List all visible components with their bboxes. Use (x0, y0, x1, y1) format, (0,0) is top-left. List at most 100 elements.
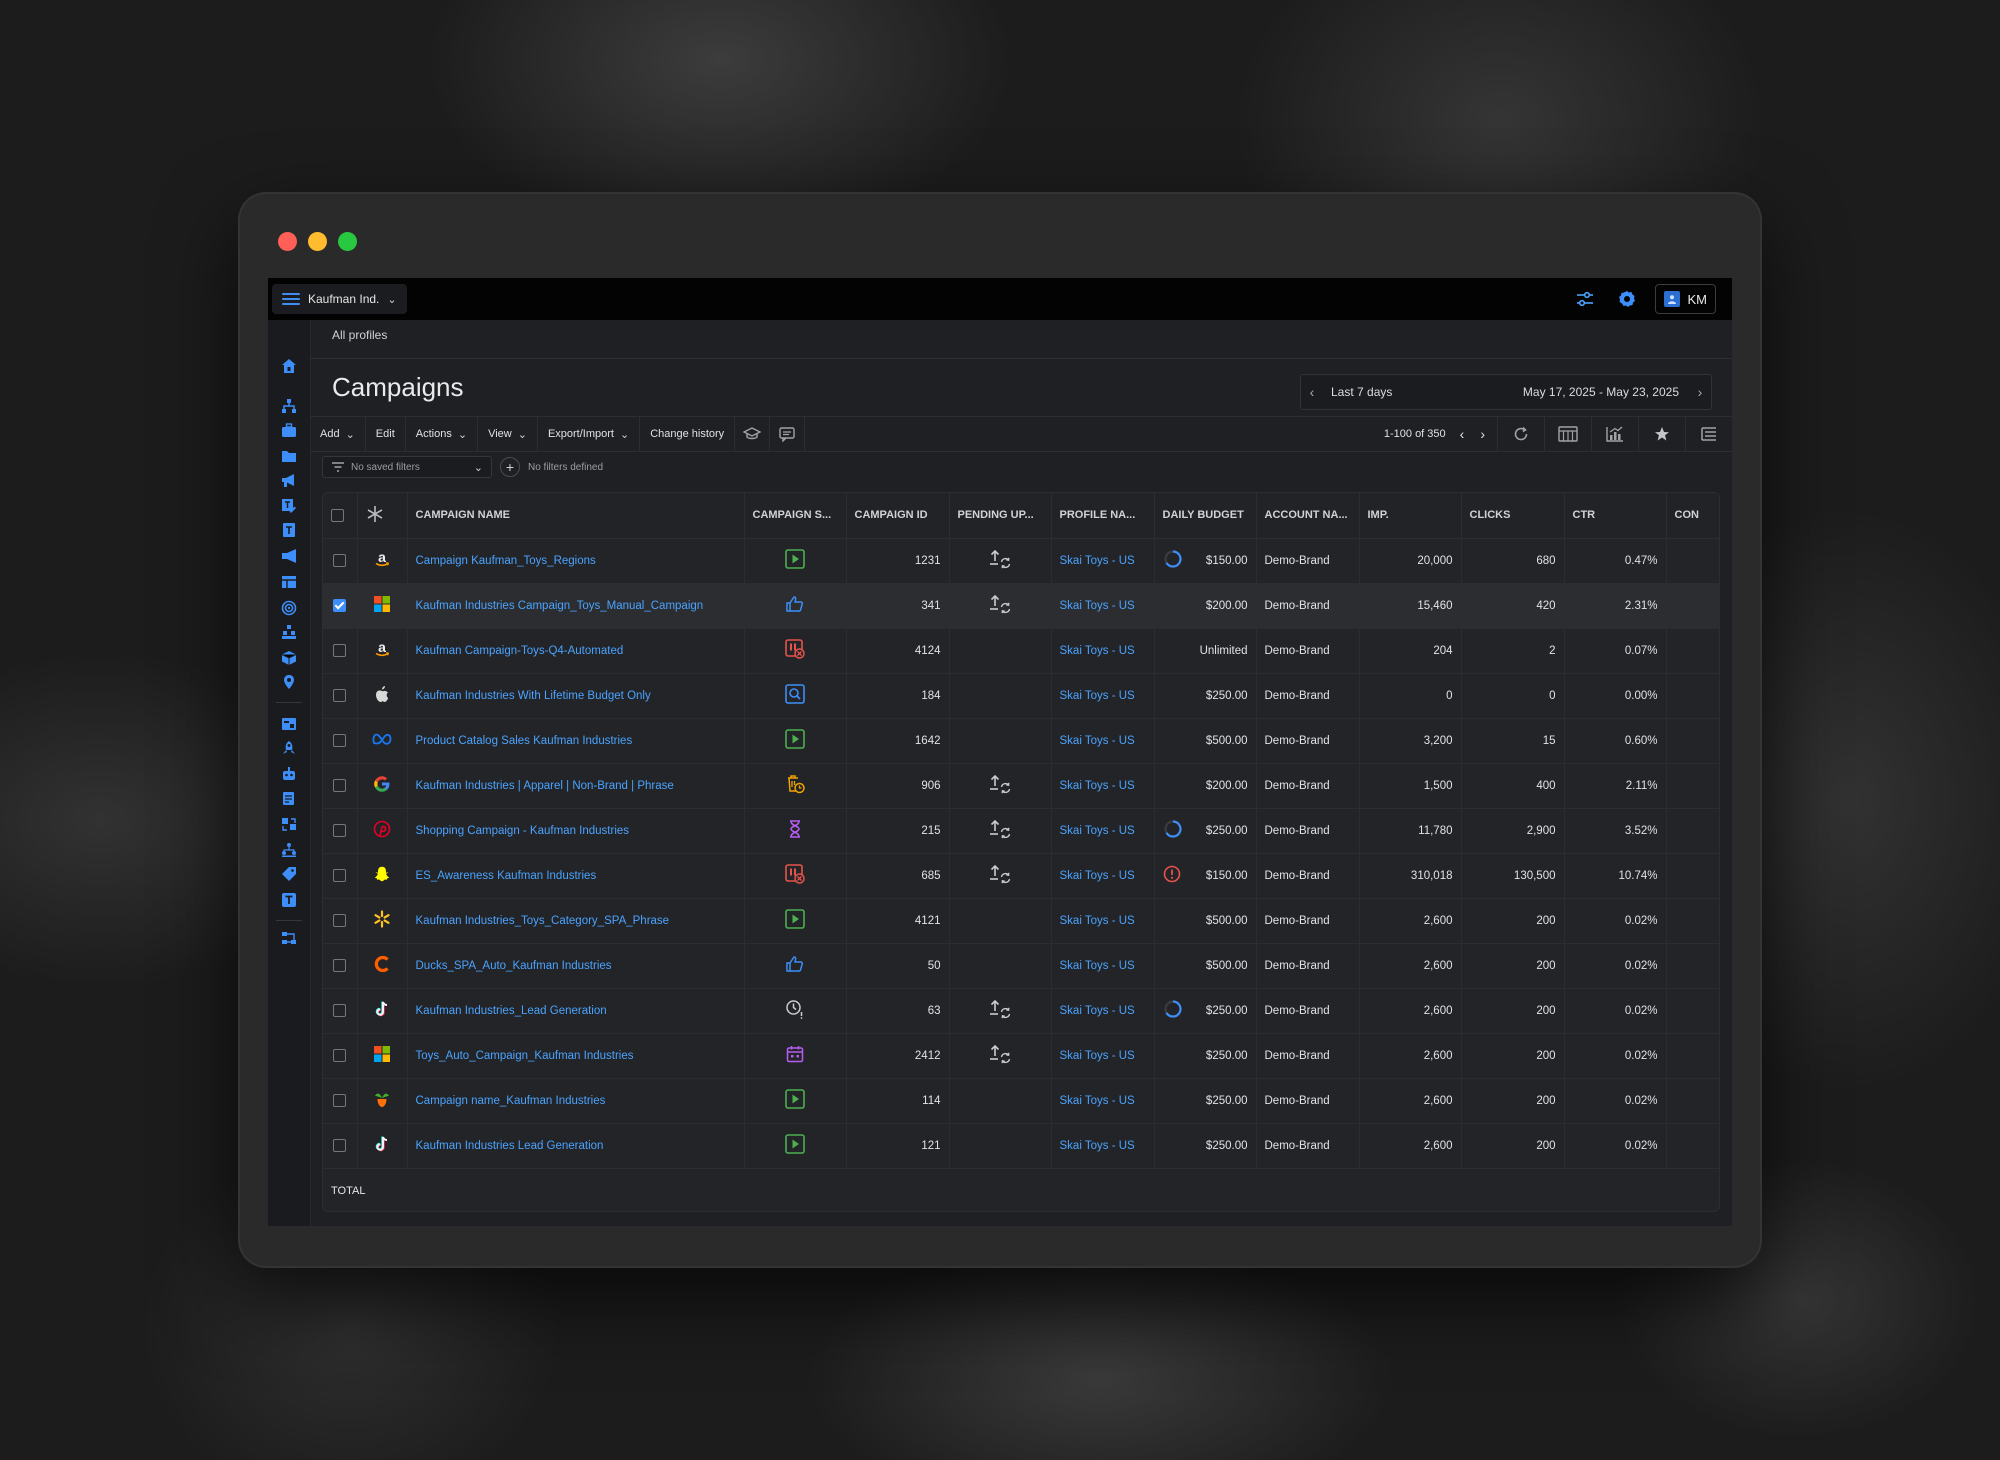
sidebar-ad-edit-icon[interactable] (279, 496, 299, 516)
channel-header[interactable] (357, 493, 408, 539)
daily-budget-cell[interactable]: Unlimited (1154, 628, 1257, 674)
daily-budget-cell[interactable]: $250.00 (1154, 1033, 1257, 1079)
table-row[interactable]: Shopping Campaign - Kaufman Industries 2… (323, 808, 1719, 854)
sidebar-workflow-icon[interactable] (279, 928, 299, 948)
export-import-button[interactable]: Export/Import ⌄ (538, 417, 641, 451)
column-header[interactable]: PENDING UP... (949, 493, 1052, 539)
table-row[interactable]: Kaufman Industries Lead Generation 121 S… (323, 1123, 1719, 1169)
profile-name-link[interactable]: Skai Toys - US (1051, 718, 1155, 764)
sidebar-rocket-icon[interactable] (279, 738, 299, 758)
comment-icon[interactable] (770, 417, 806, 451)
daily-budget-cell[interactable]: $250.00 (1154, 988, 1257, 1034)
sidebar-text-ad-icon[interactable] (279, 520, 299, 540)
sidebar-group-icon[interactable] (279, 622, 299, 642)
table-row[interactable]: Kaufman Industries_Lead Generation 63 Sk… (323, 988, 1719, 1034)
sidebar-target-icon[interactable] (279, 598, 299, 618)
column-header[interactable]: CON (1666, 493, 1719, 539)
table-row[interactable]: ES_Awareness Kaufman Industries 685 Skai… (323, 853, 1719, 899)
view-button[interactable]: View ⌄ (478, 417, 538, 451)
table-row[interactable]: a Kaufman Campaign-Toys-Q4-Automated 412… (323, 628, 1719, 674)
table-row[interactable]: Ducks_SPA_Auto_Kaufman Industries 50 Ska… (323, 943, 1719, 989)
play-icon[interactable] (785, 549, 805, 572)
pending-upload-icon[interactable] (989, 1044, 1011, 1067)
minimize-window-button[interactable] (308, 232, 327, 251)
campaign-name-link[interactable]: Kaufman Industries Lead Generation (407, 1123, 745, 1169)
sidebar-table-icon[interactable] (279, 572, 299, 592)
sidebar-home-icon[interactable] (279, 356, 299, 376)
profile-name-link[interactable]: Skai Toys - US (1051, 538, 1155, 584)
profile-name-link[interactable]: Skai Toys - US (1051, 853, 1155, 899)
row-checkbox[interactable] (333, 959, 347, 972)
pending-upload-icon[interactable] (989, 819, 1011, 842)
daily-budget-cell[interactable]: $250.00 (1154, 1078, 1257, 1124)
paused-alert-icon[interactable] (785, 864, 805, 887)
table-row[interactable]: Kaufman Industries_Toys_Category_SPA_Phr… (323, 898, 1719, 944)
play-icon[interactable] (785, 1134, 805, 1157)
gear-icon[interactable] (1613, 285, 1641, 313)
sidebar-folder-icon[interactable] (279, 446, 299, 466)
campaign-name-link[interactable]: Campaign name_Kaufman Industries (407, 1078, 745, 1124)
sidebar-robot-icon[interactable] (279, 764, 299, 784)
profile-name-link[interactable]: Skai Toys - US (1051, 988, 1155, 1034)
profile-name-link[interactable]: Skai Toys - US (1051, 1078, 1155, 1124)
paused-alert-icon[interactable] (785, 639, 805, 662)
row-checkbox[interactable] (333, 1004, 347, 1017)
column-header[interactable]: CAMPAIGN S... (744, 493, 847, 539)
campaign-name-link[interactable]: Shopping Campaign - Kaufman Industries (407, 808, 745, 854)
thumb-icon[interactable] (785, 596, 805, 616)
column-header[interactable]: IMP. (1359, 493, 1462, 539)
campaign-name-link[interactable]: Kaufman Industries_Lead Generation (407, 988, 745, 1034)
sidebar-location-icon[interactable] (279, 672, 299, 692)
breadcrumb[interactable]: All profiles (332, 328, 387, 342)
daily-budget-cell[interactable]: $500.00 (1154, 898, 1257, 944)
campaign-name-link[interactable]: Kaufman Campaign-Toys-Q4-Automated (407, 628, 745, 674)
profile-name-link[interactable]: Skai Toys - US (1051, 628, 1155, 674)
chevron-right-icon[interactable]: › (1689, 384, 1711, 400)
sidebar-clipboard-icon[interactable] (279, 788, 299, 808)
row-checkbox[interactable] (333, 1094, 347, 1107)
campaign-name-link[interactable]: ES_Awareness Kaufman Industries (407, 853, 745, 899)
refresh-icon[interactable] (1497, 417, 1544, 451)
pending-upload-icon[interactable] (989, 549, 1011, 572)
play-icon[interactable] (785, 909, 805, 932)
sidebar-dashboard-icon[interactable] (279, 714, 299, 734)
table-row[interactable]: Toys_Auto_Campaign_Kaufman Industries 24… (323, 1033, 1719, 1079)
campaign-name-link[interactable]: Product Catalog Sales Kaufman Industries (407, 718, 745, 764)
row-checkbox[interactable] (333, 914, 347, 927)
menu-icon[interactable] (282, 293, 300, 305)
row-checkbox[interactable] (333, 554, 347, 567)
daily-budget-cell[interactable]: $200.00 (1154, 763, 1257, 809)
user-menu[interactable]: KM (1654, 284, 1716, 314)
row-checkbox[interactable] (333, 824, 347, 837)
date-range-label[interactable]: Last 7 days (1331, 385, 1392, 399)
profile-name-link[interactable]: Skai Toys - US (1051, 583, 1155, 629)
play-icon[interactable] (785, 729, 805, 752)
daily-budget-cell[interactable]: $250.00 (1154, 808, 1257, 854)
chevron-right-icon[interactable]: › (1472, 426, 1497, 442)
sidebar-text-icon[interactable] (279, 890, 299, 910)
pending-upload-icon[interactable] (989, 594, 1011, 617)
table-row[interactable]: Kaufman Industries | Apparel | Non-Brand… (323, 763, 1719, 809)
campaign-name-link[interactable]: Toys_Auto_Campaign_Kaufman Industries (407, 1033, 745, 1079)
date-range-value[interactable]: May 17, 2025 - May 23, 2025 (1523, 385, 1679, 399)
sidebar-announce-icon[interactable] (279, 546, 299, 566)
pending-upload-icon[interactable] (989, 999, 1011, 1022)
profile-name-link[interactable]: Skai Toys - US (1051, 673, 1155, 719)
add-filter-button[interactable]: + (500, 457, 520, 477)
thumb-icon[interactable] (785, 956, 805, 976)
sidebar-org-icon[interactable] (279, 840, 299, 860)
close-window-button[interactable] (278, 232, 297, 251)
sidebar-transfer-icon[interactable] (279, 814, 299, 834)
graduation-cap-icon[interactable] (735, 417, 771, 451)
daily-budget-cell[interactable]: $250.00 (1154, 1123, 1257, 1169)
column-header[interactable]: CTR (1564, 493, 1667, 539)
daily-budget-cell[interactable]: $250.00 (1154, 673, 1257, 719)
pending-upload-icon[interactable] (989, 774, 1011, 797)
chevron-left-icon[interactable]: ‹ (1452, 426, 1473, 442)
row-checkbox[interactable] (333, 734, 347, 747)
date-range-picker[interactable]: ‹ Last 7 days May 17, 2025 - May 23, 202… (1300, 374, 1712, 410)
daily-budget-cell[interactable]: $200.00 (1154, 583, 1257, 629)
tree-view-icon[interactable] (1685, 417, 1732, 451)
chevron-left-icon[interactable]: ‹ (1301, 384, 1323, 400)
change-history-button[interactable]: Change history (640, 417, 736, 451)
